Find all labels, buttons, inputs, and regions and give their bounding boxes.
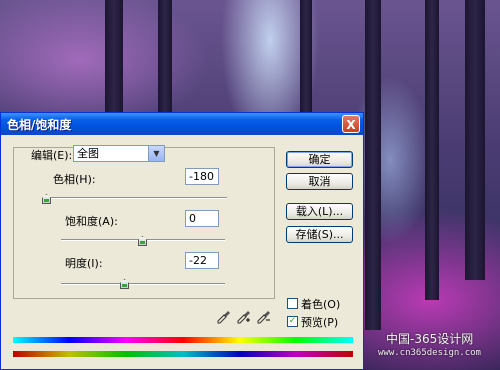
- ok-button[interactable]: 确定: [286, 151, 353, 168]
- edit-label: 编辑(E):: [31, 149, 73, 162]
- title-bar[interactable]: 色相/饱和度 X: [1, 113, 363, 135]
- eyedropper-icon[interactable]: [217, 310, 231, 324]
- preview-label: 预览(P): [301, 316, 339, 329]
- close-button[interactable]: X: [342, 115, 360, 133]
- edit-range-select[interactable]: 全图 ▼: [73, 145, 165, 162]
- hue-slider-track[interactable]: [43, 197, 227, 199]
- tree-trunk: [105, 0, 123, 120]
- chevron-down-icon[interactable]: ▼: [148, 146, 164, 161]
- input-spectrum-bar: [13, 337, 353, 343]
- tree-trunk: [425, 0, 439, 300]
- lightness-value-input[interactable]: -22: [185, 252, 219, 269]
- hue-value-input[interactable]: -180: [185, 168, 219, 185]
- dialog-title: 色相/饱和度: [7, 118, 72, 132]
- tree-trunk: [365, 0, 381, 330]
- saturation-value-input[interactable]: 0: [185, 210, 219, 227]
- preview-checkbox[interactable]: ✓: [287, 316, 298, 327]
- hue-label: 色相(H):: [53, 173, 96, 186]
- edit-range-value: 全图: [77, 147, 99, 160]
- save-button[interactable]: 存储(S)...: [286, 226, 353, 243]
- load-button[interactable]: 载入(L)...: [286, 203, 353, 220]
- close-icon: X: [346, 118, 356, 132]
- cancel-button[interactable]: 取消: [286, 173, 353, 190]
- eyedropper-plus-icon[interactable]: [237, 310, 251, 324]
- saturation-label: 饱和度(A):: [65, 215, 118, 228]
- output-spectrum-bar: [13, 351, 353, 357]
- eyedropper-minus-icon[interactable]: [257, 310, 271, 324]
- colorize-checkbox[interactable]: [287, 298, 298, 309]
- watermark-title: 中国-365设计网: [386, 332, 474, 346]
- lightness-label: 明度(I):: [65, 257, 103, 270]
- tree-trunk: [465, 0, 485, 280]
- colorize-label: 着色(O): [301, 298, 341, 311]
- lightness-slider-track[interactable]: [61, 283, 225, 285]
- watermark-url: www.cn365design.com: [378, 348, 481, 358]
- hue-saturation-dialog: 色相/饱和度 X 编辑(E): 全图 ▼ 色相(H): -180 饱和度(A):…: [0, 112, 364, 370]
- adjustment-group: [13, 147, 275, 299]
- tree-trunk: [300, 0, 312, 120]
- tree-trunk: [158, 0, 172, 120]
